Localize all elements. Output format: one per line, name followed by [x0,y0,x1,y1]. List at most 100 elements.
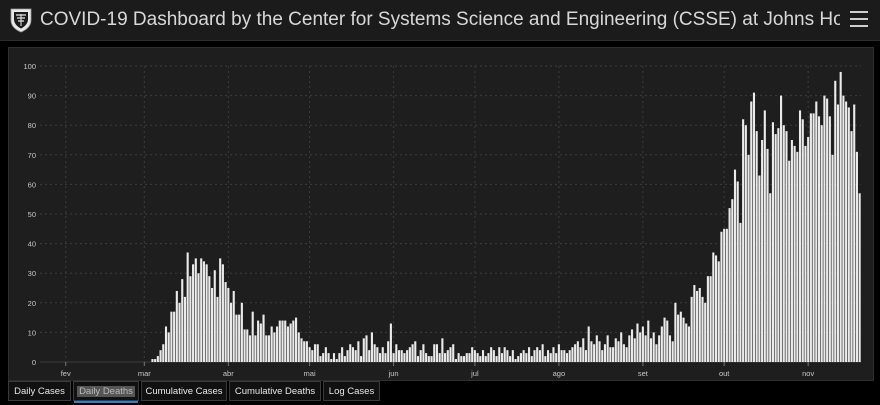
bar [544,356,547,362]
bar [221,264,224,362]
bar [528,347,531,362]
bar [796,151,799,362]
bar [425,353,428,362]
bar [571,347,574,362]
bar [156,356,159,362]
bar [612,347,615,362]
y-tick-label: 30 [28,269,36,278]
bar [479,356,482,362]
bar [473,350,476,362]
bar [370,332,373,362]
tab-cumulative-deaths[interactable]: Cumulative Deaths [229,381,321,401]
bar [487,353,490,362]
bar [625,347,628,362]
bar [574,344,577,362]
bar [227,288,230,362]
bar [576,341,579,362]
bar [549,353,552,362]
bar [200,258,203,362]
bar [685,323,688,362]
bar [598,341,601,362]
bar [251,311,254,362]
bar [346,350,349,362]
tab-log-cases[interactable]: Log Cases [323,381,380,401]
bar [435,344,439,362]
bar [649,338,653,362]
bar [238,314,241,362]
bar [186,252,189,362]
bar [636,323,639,362]
bar [804,145,807,362]
x-tick-label: fev [61,369,71,378]
bar [297,332,300,362]
bar [400,350,403,362]
y-tick-label: 90 [28,92,36,101]
y-tick-label: 20 [28,299,36,308]
bar [855,151,858,362]
bar [568,350,571,362]
bar [731,199,734,362]
bar [820,125,823,362]
bar [270,326,273,362]
bar [257,320,260,362]
bar [714,255,718,362]
bar [341,347,344,362]
y-tick-label: 0 [32,358,36,367]
bar [202,261,205,362]
bar [798,110,802,363]
bar [579,347,582,362]
bar [506,350,509,362]
bar [522,350,525,362]
bar [338,353,341,362]
bar [492,350,495,362]
bar [552,347,555,362]
bar [509,356,512,362]
bar [563,350,566,362]
bar [847,107,850,362]
bar [728,208,731,362]
bar [197,273,200,362]
bar [189,276,192,362]
bar [481,350,485,362]
bar [755,131,758,362]
bar [622,344,625,362]
bar [801,119,804,362]
bar [785,131,788,362]
bar [633,338,636,362]
bar [546,350,550,362]
bar [246,329,249,362]
bar [584,350,588,362]
y-axis: 0 10 20 30 40 50 60 70 80 90 100 [23,62,36,367]
bar [595,335,598,362]
bar [601,350,604,362]
bar [620,332,623,362]
bar [248,335,252,362]
bar [590,341,593,362]
bar [514,359,517,362]
x-axis: fevmarabrmaijunjulagosetoutnovdez [61,362,814,378]
bar [793,145,796,362]
bar [774,134,777,362]
bar [828,116,831,362]
bar [452,344,455,362]
bar [658,335,661,362]
tab-label: Log Cases [328,386,375,397]
bar [289,323,292,362]
bar [229,302,233,362]
bar [471,347,474,362]
bar [376,347,379,362]
bar [538,350,541,362]
bar [565,353,569,362]
hamburger-menu-icon[interactable] [848,6,870,32]
bar [639,332,642,362]
bar [362,338,365,362]
tab-daily-deaths[interactable]: Daily Deaths [73,381,139,403]
daily-deaths-bar-chart: 0 10 20 30 40 50 60 70 80 90 100 fev mar abr mai jun ju… [23,62,861,378]
bar [698,288,701,362]
bar [587,326,590,362]
tab-cumulative-cases[interactable]: Cumulative Cases [141,381,227,401]
bar [322,353,325,362]
bar [845,101,848,362]
tab-daily-cases[interactable]: Daily Cases [8,381,71,401]
bar [267,335,271,362]
